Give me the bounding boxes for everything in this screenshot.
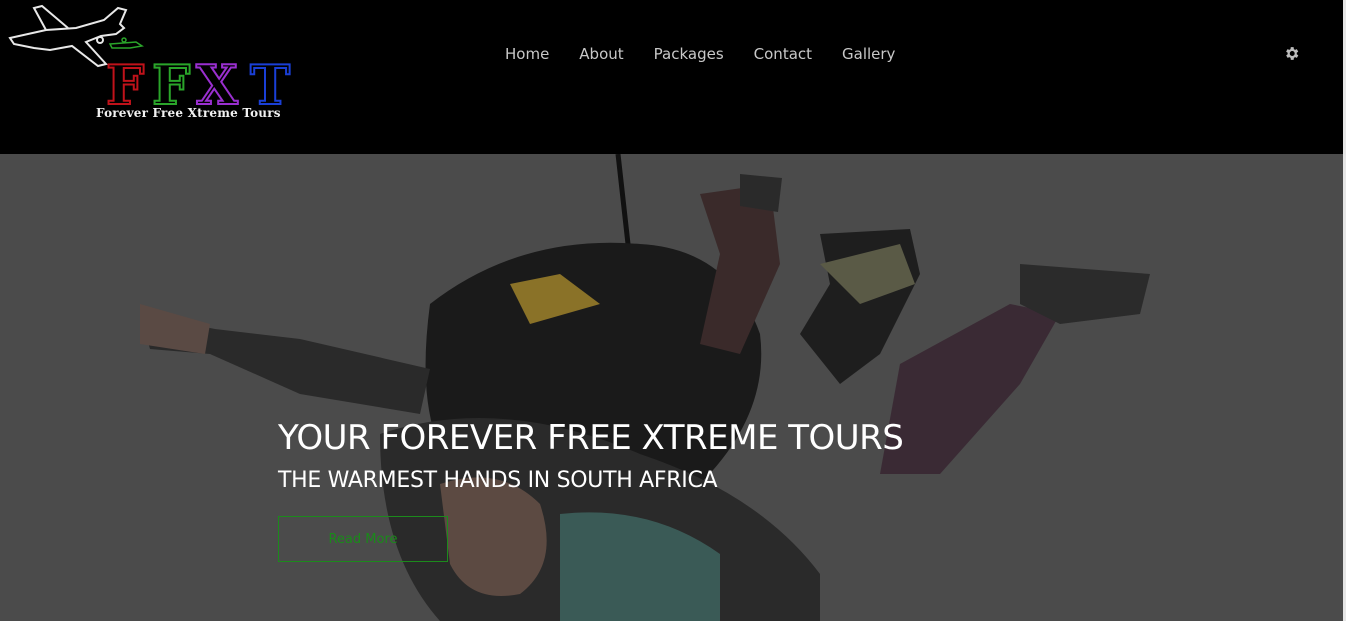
nav-about[interactable]: About — [579, 45, 623, 65]
nav-gallery[interactable]: Gallery — [842, 45, 895, 65]
logo-tagline: Forever Free Xtreme Tours — [96, 106, 281, 120]
hero-banner: YOUR FOREVER FREE XTREME TOURS THE WARME… — [0, 154, 1343, 621]
skydivers-image — [0, 154, 1343, 621]
hero-subtitle: THE WARMEST HANDS IN SOUTH AFRICA — [278, 468, 718, 493]
ffxt-logo[interactable]: F F X T Forever Free Xtreme Tours — [6, 0, 306, 130]
site-header: F F X T Forever Free Xtreme Tours Home A… — [0, 0, 1346, 154]
nav-contact[interactable]: Contact — [754, 45, 812, 65]
nav-packages[interactable]: Packages — [654, 45, 724, 65]
hero-title: YOUR FOREVER FREE XTREME TOURS — [278, 418, 904, 458]
gear-icon[interactable] — [1283, 45, 1300, 62]
read-more-button[interactable]: Read More — [278, 516, 448, 562]
main-nav: Home About Packages Contact Gallery — [505, 45, 925, 65]
nav-home[interactable]: Home — [505, 45, 549, 65]
